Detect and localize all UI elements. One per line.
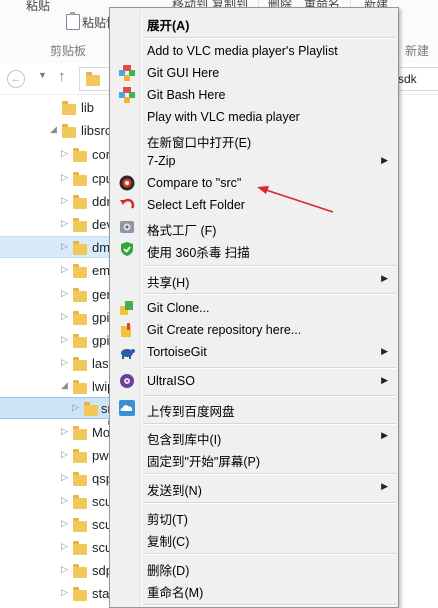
annotation-arrow-icon — [257, 186, 334, 213]
